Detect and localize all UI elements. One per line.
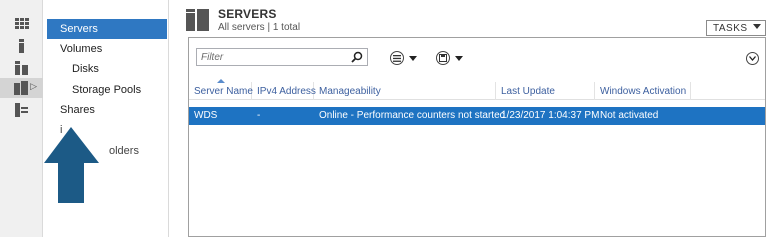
cell-last-update: 1/23/2017 1:04:37 PM	[501, 110, 600, 121]
all-servers-icon[interactable]	[0, 58, 43, 78]
nav-item-servers[interactable]: Servers	[47, 19, 167, 39]
servers-header-icon	[186, 9, 209, 31]
list-options-button[interactable]	[390, 50, 417, 66]
nav-item-storage-pools[interactable]: Storage Pools	[47, 80, 167, 100]
chevron-down-icon	[455, 55, 463, 61]
expand-collapse-icon[interactable]	[746, 52, 759, 65]
file-storage-services-icon[interactable]: ▷	[0, 78, 43, 98]
cell-ipv4-address: -	[257, 110, 261, 121]
iis-icon[interactable]	[0, 100, 43, 120]
table-header: Server Name IPv4 Address Manageability L…	[189, 79, 765, 100]
server-manager-window: ▷ Servers Volumes Disks Storage Pools Sh…	[0, 0, 768, 237]
main-content: SERVERS All servers | 1 total TASKS Filt…	[170, 0, 768, 237]
column-label: Server Name	[194, 86, 253, 97]
column-windows-activation[interactable]: Windows Activation	[595, 82, 691, 100]
dashboard-icon[interactable]	[0, 14, 43, 34]
sort-ascending-icon	[217, 79, 225, 83]
filter-placeholder: Filter	[201, 52, 224, 63]
page-title: SERVERS	[218, 7, 277, 21]
list-options-icon	[390, 51, 404, 65]
table-row[interactable]: WDS - Online - Performance counters not …	[189, 107, 765, 125]
pointer-arrow-overlay	[44, 127, 99, 203]
column-manageability[interactable]: Manageability	[314, 82, 496, 100]
nav-item-disks[interactable]: Disks	[47, 59, 167, 79]
expand-caret-icon: ▷	[30, 81, 37, 91]
servers-panel: Filter Server Name IPv4 Address Manageab…	[188, 37, 766, 237]
filter-input[interactable]: Filter	[196, 48, 368, 66]
nav-item-volumes[interactable]: Volumes	[47, 39, 167, 59]
tasks-dropdown[interactable]: TASKS	[706, 20, 766, 36]
tasks-label: TASKS	[713, 22, 748, 34]
cell-server-name: WDS	[194, 110, 218, 121]
nav-item-shares[interactable]: Shares	[47, 100, 167, 120]
column-last-update[interactable]: Last Update	[496, 82, 595, 100]
column-server-name[interactable]: Server Name	[189, 79, 253, 100]
save-icon	[436, 51, 450, 65]
server-count-subtitle: All servers | 1 total	[218, 22, 301, 33]
local-server-icon[interactable]	[0, 36, 43, 56]
chevron-down-icon	[409, 55, 417, 61]
cell-manageability: Online - Performance counters not starte…	[319, 110, 506, 121]
column-ipv4-address[interactable]: IPv4 Address	[252, 82, 316, 100]
left-icon-strip: ▷	[0, 0, 43, 237]
search-icon[interactable]	[351, 51, 363, 63]
cell-windows-activation: Not activated	[600, 110, 659, 121]
save-query-button[interactable]	[436, 50, 463, 66]
chevron-down-icon	[753, 24, 761, 29]
